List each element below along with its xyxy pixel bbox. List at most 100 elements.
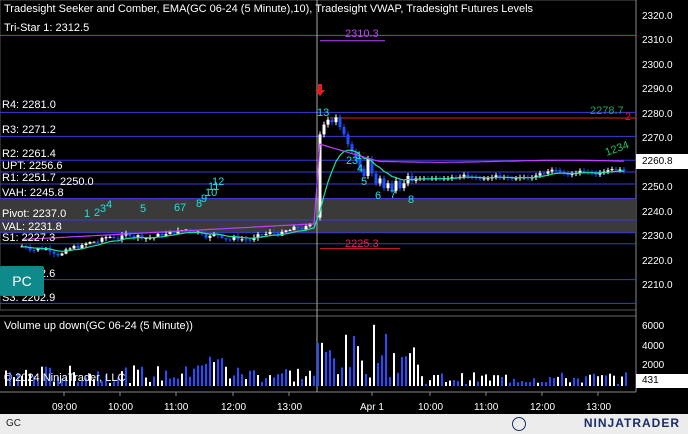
tristar-label: Tri-Star 1: 2312.5 [4, 22, 90, 34]
volume-bar [517, 382, 519, 386]
candle-body [558, 170, 562, 172]
volume-bar [293, 381, 295, 386]
candle-body [550, 169, 554, 172]
volume-bar [433, 375, 435, 386]
volume-bar [189, 376, 191, 386]
volume-bar [409, 353, 411, 386]
volume-bar [345, 334, 347, 386]
candle-body [554, 169, 558, 171]
volume-bar [545, 382, 547, 386]
volume-bar [441, 373, 443, 386]
candle-body [112, 237, 116, 239]
candle-body [228, 239, 232, 241]
candle-body [96, 241, 100, 243]
volume-bar [445, 381, 447, 386]
volume-bar [557, 376, 559, 386]
candle-body [466, 174, 470, 177]
volume-bar [561, 372, 563, 386]
volume-bar [537, 382, 539, 386]
candle-body [160, 233, 164, 236]
candle-body [296, 226, 300, 228]
candle-body [272, 232, 276, 234]
candle-body [582, 170, 586, 172]
volume-bar [269, 375, 271, 386]
price-axis-tick: 2270.0 [642, 133, 673, 145]
candle-body [618, 169, 622, 171]
volume-bar [185, 366, 187, 386]
candle-body [88, 241, 92, 244]
volume-bar [601, 375, 603, 386]
volume-bar [261, 381, 263, 386]
volume-bar [465, 384, 467, 386]
volume-bar [169, 378, 171, 386]
candle-body [510, 178, 514, 180]
volume-bar [329, 350, 331, 386]
time-axis-tick: 13:00 [277, 402, 303, 413]
volume-bar [369, 377, 371, 386]
level-s1: S1: 2227.3 [2, 232, 56, 244]
candle-body [132, 235, 136, 238]
volume-bar [353, 336, 355, 386]
candle-body [330, 119, 334, 123]
candle-body [100, 237, 104, 242]
time-axis-tick: 11:00 [474, 402, 499, 413]
candle-body [462, 174, 466, 177]
volume-bar [213, 362, 215, 386]
volume-axis-tick: 2000 [642, 360, 665, 372]
low-price-marker: 2225.3 [345, 238, 379, 250]
volume-bar [501, 377, 503, 386]
volume-bar [429, 380, 431, 386]
volume-bar [381, 355, 383, 386]
candle-body [482, 178, 486, 180]
volume-bar [357, 346, 359, 386]
target-price-marker: 2278.7 [590, 105, 624, 117]
price-axis-tick: 2250.0 [642, 182, 673, 194]
volume-bar [181, 373, 183, 386]
candle-body [334, 117, 338, 123]
candle-body [224, 238, 228, 240]
volume-bar [321, 342, 323, 386]
volume-bar [325, 351, 327, 386]
volume-bar [401, 357, 403, 386]
time-axis-tick: 12:00 [530, 402, 556, 413]
volume-bar [497, 375, 499, 386]
volume-bar [305, 376, 307, 386]
candle-body [402, 183, 406, 189]
volume-bar [365, 373, 367, 386]
volume-bar [477, 381, 479, 386]
volume-bar [297, 368, 299, 386]
volume-bar [273, 377, 275, 386]
price-panel-border [0, 0, 637, 311]
candle-body [542, 173, 546, 175]
comber-count-label: 4 [357, 163, 364, 175]
candle-body [478, 178, 482, 180]
copyright-label: © 2024 NinjaTrader, LLC [4, 372, 126, 384]
time-axis-tick: Apr 1 [360, 402, 384, 413]
price-axis-tick: 2300.0 [642, 59, 673, 71]
volume-bar [233, 375, 235, 386]
pc-button[interactable]: PC [0, 266, 44, 296]
price-axis-tick: 2280.0 [642, 108, 673, 120]
price-axis-tick: 2220.0 [642, 255, 673, 267]
candle-body [68, 248, 72, 250]
volume-bar [209, 356, 211, 386]
volume-bar [485, 374, 487, 386]
volume-bar [257, 375, 259, 386]
candle-body [204, 234, 208, 238]
level-r1-overlap: 2250.0 [60, 176, 94, 188]
volume-bar [489, 380, 491, 386]
volume-bar [605, 375, 607, 386]
candle-body [300, 227, 304, 230]
candle-body [32, 250, 36, 252]
volume-bar [493, 375, 495, 386]
volume-bar [341, 367, 343, 386]
volume-bar [529, 382, 531, 386]
volume-bar [521, 381, 523, 386]
volume-bar [613, 375, 615, 386]
volume-bar [313, 375, 315, 386]
volume-bar [241, 374, 243, 386]
time-axis-tick: 11:00 [164, 402, 189, 413]
volume-bar [609, 373, 611, 386]
candle-body [610, 169, 614, 171]
level-r1: R1: 2251.7 [2, 172, 56, 184]
